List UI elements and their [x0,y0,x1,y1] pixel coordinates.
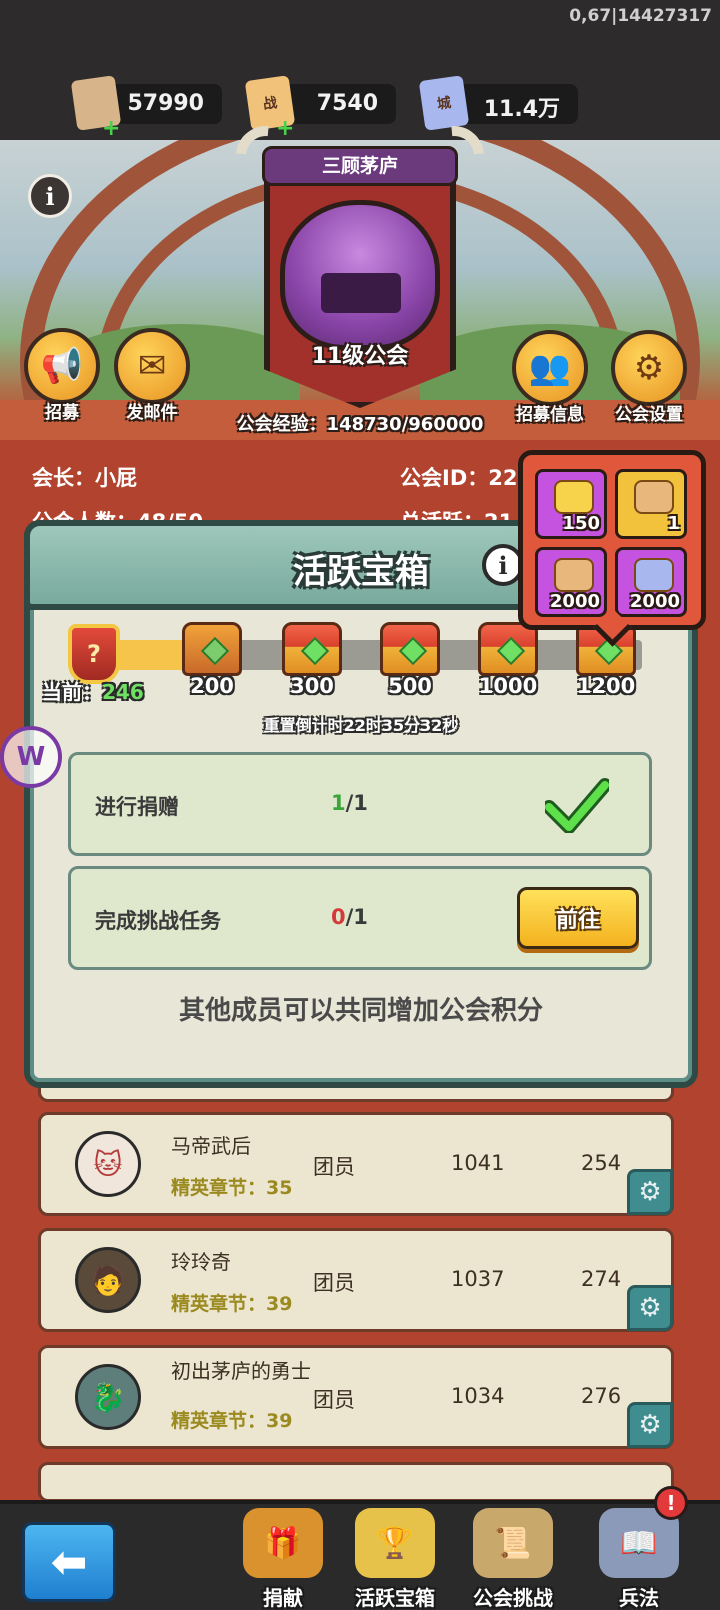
task-label: 进行捐赠 [95,795,179,819]
guild-emblem: 三顾茅庐 11级公会 [223,113,497,410]
member-role: 团员 [313,1155,355,1179]
nav-label: 捐献 [263,1586,303,1610]
alert-badge: ! [654,1486,688,1520]
nav-activity-chest[interactable]: 🏆 活跃宝箱 [340,1508,450,1610]
table-row[interactable]: 🐉 初出茅庐的勇士 精英章节：39 团员 1034 276 ⚙ [38,1345,674,1449]
member-chapter: 精英章节：39 [171,1293,293,1315]
gear-icon[interactable]: ⚙ [627,1402,673,1448]
scroll-icon: 📜 [473,1508,553,1578]
gold-ingot-reward[interactable]: 150 [535,469,607,539]
chest-threshold: 1200 [576,674,636,698]
nav-tactics[interactable]: 📖 兵法 [584,1508,694,1610]
gear-icon[interactable]: ⚙ [627,1169,673,1215]
member-name: 初出茅庐的勇士 [171,1359,311,1383]
nav-label: 公会挑战 [473,1586,553,1610]
guild-level: 11级公会 [311,344,409,369]
leader-text: 会长：小屁 [32,466,137,490]
avatar: 🐉 [75,1364,141,1430]
resource-value: 7540 [316,91,378,116]
chest-icon[interactable] [282,622,342,676]
guild-id-text: 公会ID：22 [400,466,518,490]
helmet-icon [280,200,440,350]
table-row[interactable]: 🧑 玲玲奇 精英章节：39 团员 1037 274 ⚙ [38,1228,674,1332]
chest-threshold: 300 [290,674,334,698]
go-button[interactable]: 前往 [517,887,639,949]
current-score-badge: ? [68,624,120,684]
member-contribution: 1041 [451,1151,505,1175]
member-role: 团员 [313,1271,355,1295]
checkmark-icon [545,778,609,833]
nav-label: 活跃宝箱 [355,1586,435,1610]
member-name: 玲玲奇 [171,1250,231,1274]
info-icon[interactable]: i [28,174,72,218]
chest-icon: 🏆 [355,1508,435,1578]
reset-countdown: 重置倒计时22时35分32秒 [263,716,459,735]
nav-donate[interactable]: 🎁 捐献 [228,1508,338,1610]
member-activity: 254 [581,1151,622,1175]
avatar: 🐱 [75,1131,141,1197]
member-contribution: 1037 [451,1267,505,1291]
current-score: 当前：246 [42,680,144,704]
city-token-icon [634,558,674,592]
resource-value: 11.4万 [483,97,560,122]
nav-label: 兵法 [619,1586,659,1610]
mystery-book-icon [634,480,674,514]
task-label: 完成挑战任务 [95,909,221,933]
send-mail-button[interactable]: ✉ 发邮件 [112,328,192,423]
mail-icon: ✉ [114,328,190,404]
recruit-button[interactable]: 📢 招募 [22,328,102,423]
member-activity: 274 [581,1267,622,1291]
reward-qty: 2000 [549,591,600,612]
dialog-footer-text: 其他成员可以共同增加公会积分 [178,996,543,1026]
megaphone-icon: 📢 [24,328,100,404]
back-button[interactable]: ⬅ [22,1522,116,1602]
battle-token-reward[interactable]: 2000 [535,547,607,617]
reward-qty: 1 [667,513,680,534]
task-donate: 进行捐赠 1/1 [68,752,652,856]
guild-exp: 公会经验：148730/960000 [236,414,484,435]
member-contribution: 1034 [451,1384,505,1408]
floating-widget-icon[interactable]: W [0,726,62,788]
chest-icon[interactable] [182,622,242,676]
table-row [38,1462,674,1502]
chest-reward-popup: 150 1 2000 2000 [518,450,706,630]
member-role: 团员 [313,1388,355,1412]
member-name: 马帝武后 [171,1134,251,1158]
chest-icon[interactable] [478,622,538,676]
gear-icon: ⚙ [611,330,687,406]
resource-value: 57990 [127,91,204,116]
battle-token-icon [554,558,594,592]
gear-icon[interactable]: ⚙ [627,1285,673,1331]
mystery-book-reward[interactable]: 1 [615,469,687,539]
plus-icon[interactable]: + [102,118,120,140]
task-challenge: 完成挑战任务 0/1 前往 [68,866,652,970]
task-progress: 0/1 [331,905,368,929]
chest-threshold: 200 [190,674,234,698]
top-bar: 0,67|14427317 + 57990 战 + 7540 城 11.4万 [0,0,720,140]
avatar: 🧑 [75,1247,141,1313]
chest-threshold: 500 [388,674,432,698]
reward-qty: 2000 [629,591,680,612]
gold-ingot-icon [554,480,594,514]
table-row[interactable]: 🐱 马帝武后 精英章节：35 团员 1041 254 ⚙ [38,1112,674,1216]
reward-qty: 150 [562,513,600,534]
fps-counter: 0,67|14427317 [569,6,712,26]
member-chapter: 精英章节：39 [171,1410,293,1432]
resource-scroll[interactable]: + 57990 [70,75,222,140]
chest-icon[interactable] [380,622,440,676]
resource-city-token[interactable]: 城 11.4万 [418,75,578,131]
nav-guild-challenge[interactable]: 📜 公会挑战 [458,1508,568,1610]
members-icon: 👥 [512,330,588,406]
donate-icon: 🎁 [243,1508,323,1578]
city-token-reward[interactable]: 2000 [615,547,687,617]
guild-name: 三顾茅庐 [262,146,458,186]
member-activity: 276 [581,1384,622,1408]
resource-battle-token[interactable]: 战 + 7540 [244,75,396,140]
chest-threshold: 1000 [478,674,538,698]
member-chapter: 精英章节：35 [171,1177,293,1199]
task-progress: 1/1 [331,791,368,815]
bottom-nav: ⬅ 🎁 捐献 🏆 活跃宝箱 📜 公会挑战 📖 兵法 [0,1500,720,1610]
